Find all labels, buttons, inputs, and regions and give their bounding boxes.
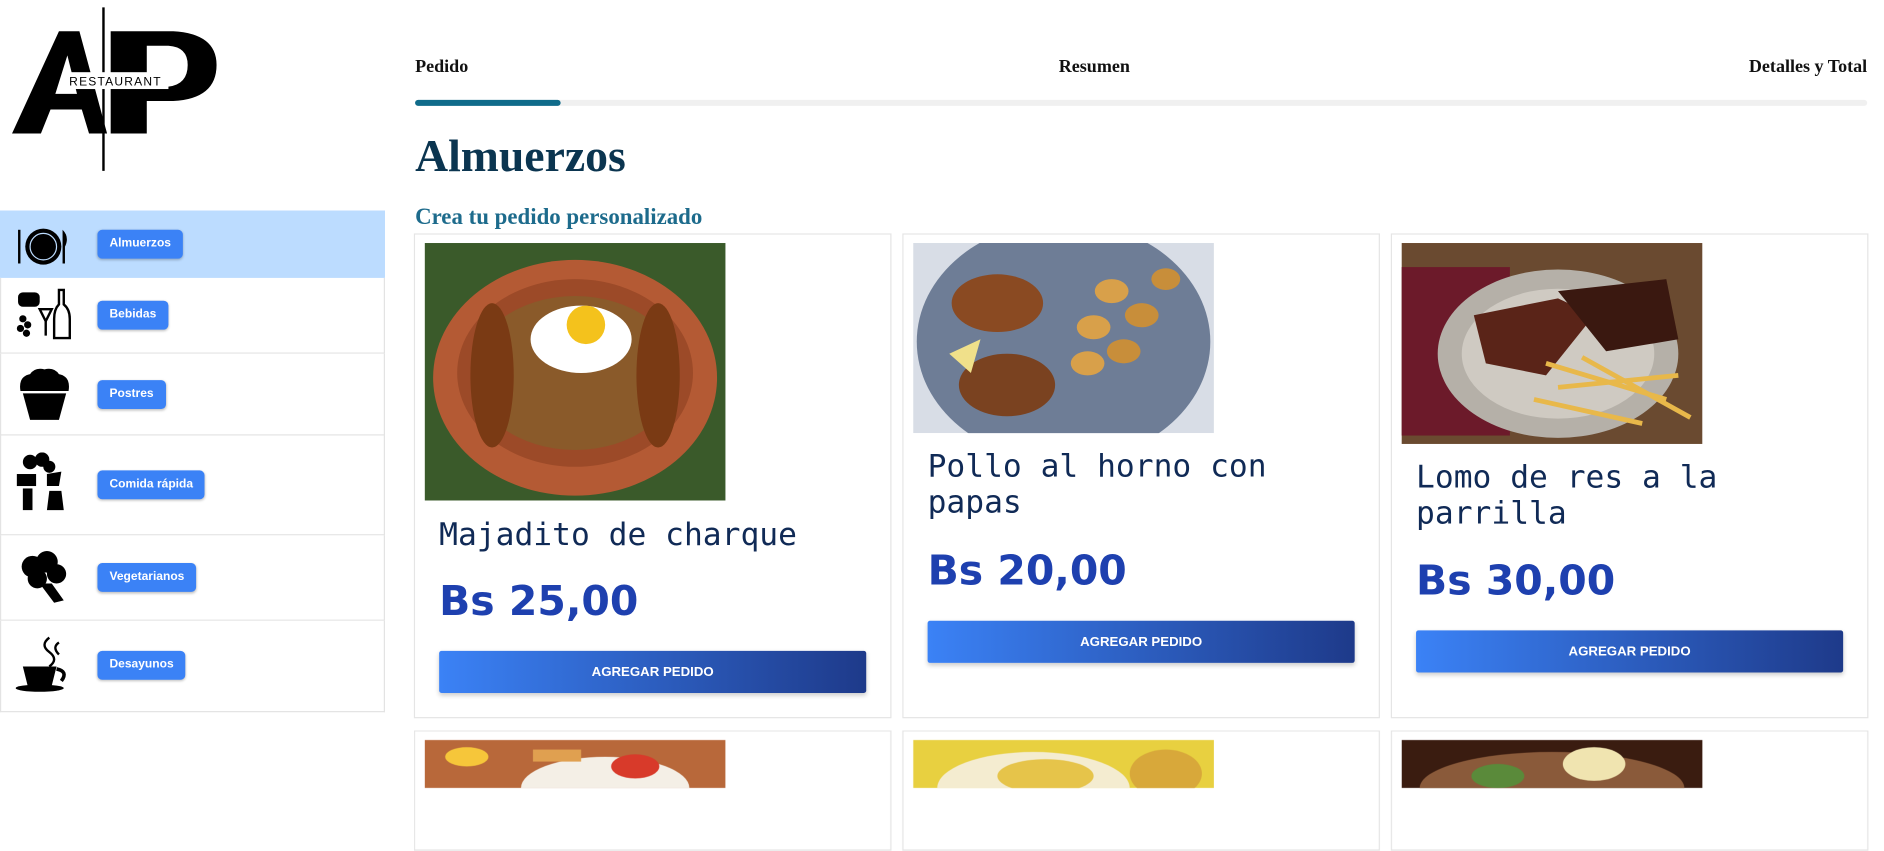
dish-name: Majadito de charque	[439, 517, 797, 554]
vegetarianos-button[interactable]: Vegetarianos	[97, 563, 197, 592]
add-order-button[interactable]: AGREGAR PEDIDO	[927, 620, 1355, 663]
plate-cutlery-icon	[18, 228, 67, 265]
fast-food-icon	[16, 452, 64, 511]
sidebar-item-vegetarianos[interactable]: Vegetarianos	[0, 535, 385, 621]
dish-photo	[424, 243, 726, 501]
logo-text: RESTAURANT	[69, 74, 162, 88]
dish-card: Majadito de charque Bs 25,00 AGREGAR PED…	[413, 233, 892, 719]
sidebar-item-comida-rapida[interactable]: Comida rápida	[0, 435, 385, 536]
broccoli-icon	[21, 551, 67, 603]
step-pedido[interactable]: Pedido	[415, 58, 468, 78]
sidebar-item-postres[interactable]: Postres	[0, 353, 385, 436]
page-title: Almuerzos	[415, 131, 626, 182]
dish-price: Bs 30,00	[1416, 557, 1616, 606]
add-order-button[interactable]: AGREGAR PEDIDO	[1416, 630, 1844, 673]
cupcake-icon	[20, 368, 69, 420]
dish-photo	[1401, 739, 1703, 789]
dish-card	[1390, 730, 1869, 851]
step-detalles-total[interactable]: Detalles y Total	[1749, 58, 1867, 78]
dish-card: Pollo al horno con papas Bs 20,00 AGREGA…	[902, 233, 1380, 719]
add-order-button[interactable]: AGREGAR PEDIDO	[439, 650, 867, 693]
restaurant-logo: RESTAURANT	[12, 7, 217, 171]
step-resumen[interactable]: Resumen	[1059, 58, 1130, 78]
sidebar-item-desayunos[interactable]: Desayunos	[0, 620, 385, 713]
steps-progress-track	[415, 99, 1868, 106]
desayunos-button[interactable]: Desayunos	[97, 650, 186, 680]
drinks-icon	[16, 288, 71, 340]
page-subtitle: Crea tu pedido personalizado	[415, 204, 703, 230]
dish-photo	[913, 243, 1214, 434]
dish-name: Lomo de res a la parrilla	[1416, 459, 1718, 532]
comida-rapida-button[interactable]: Comida rápida	[97, 470, 206, 500]
category-sidebar: Almuerzos Bebidas Postres Comida rápida …	[0, 210, 385, 713]
steps-progress-fill	[415, 99, 561, 106]
dish-price: Bs 20,00	[927, 547, 1127, 596]
sidebar-item-bebidas[interactable]: Bebidas	[0, 277, 385, 354]
dish-photo	[913, 739, 1214, 789]
dish-price: Bs 25,00	[439, 577, 639, 626]
postres-button[interactable]: Postres	[97, 380, 166, 410]
dish-card: Lomo de res a la parrilla Bs 30,00 AGREG…	[1390, 233, 1869, 719]
dish-card	[902, 730, 1380, 851]
dish-card	[413, 730, 892, 851]
almuerzos-button[interactable]: Almuerzos	[97, 229, 184, 259]
sidebar-item-almuerzos[interactable]: Almuerzos	[0, 210, 385, 278]
order-steps: Pedido Resumen Detalles y Total	[415, 58, 1868, 109]
dish-name: Pollo al horno con papas	[927, 448, 1267, 521]
dish-photo	[424, 739, 726, 789]
bebidas-button[interactable]: Bebidas	[97, 300, 169, 330]
coffee-cup-icon	[15, 636, 66, 692]
dish-photo	[1401, 243, 1703, 444]
